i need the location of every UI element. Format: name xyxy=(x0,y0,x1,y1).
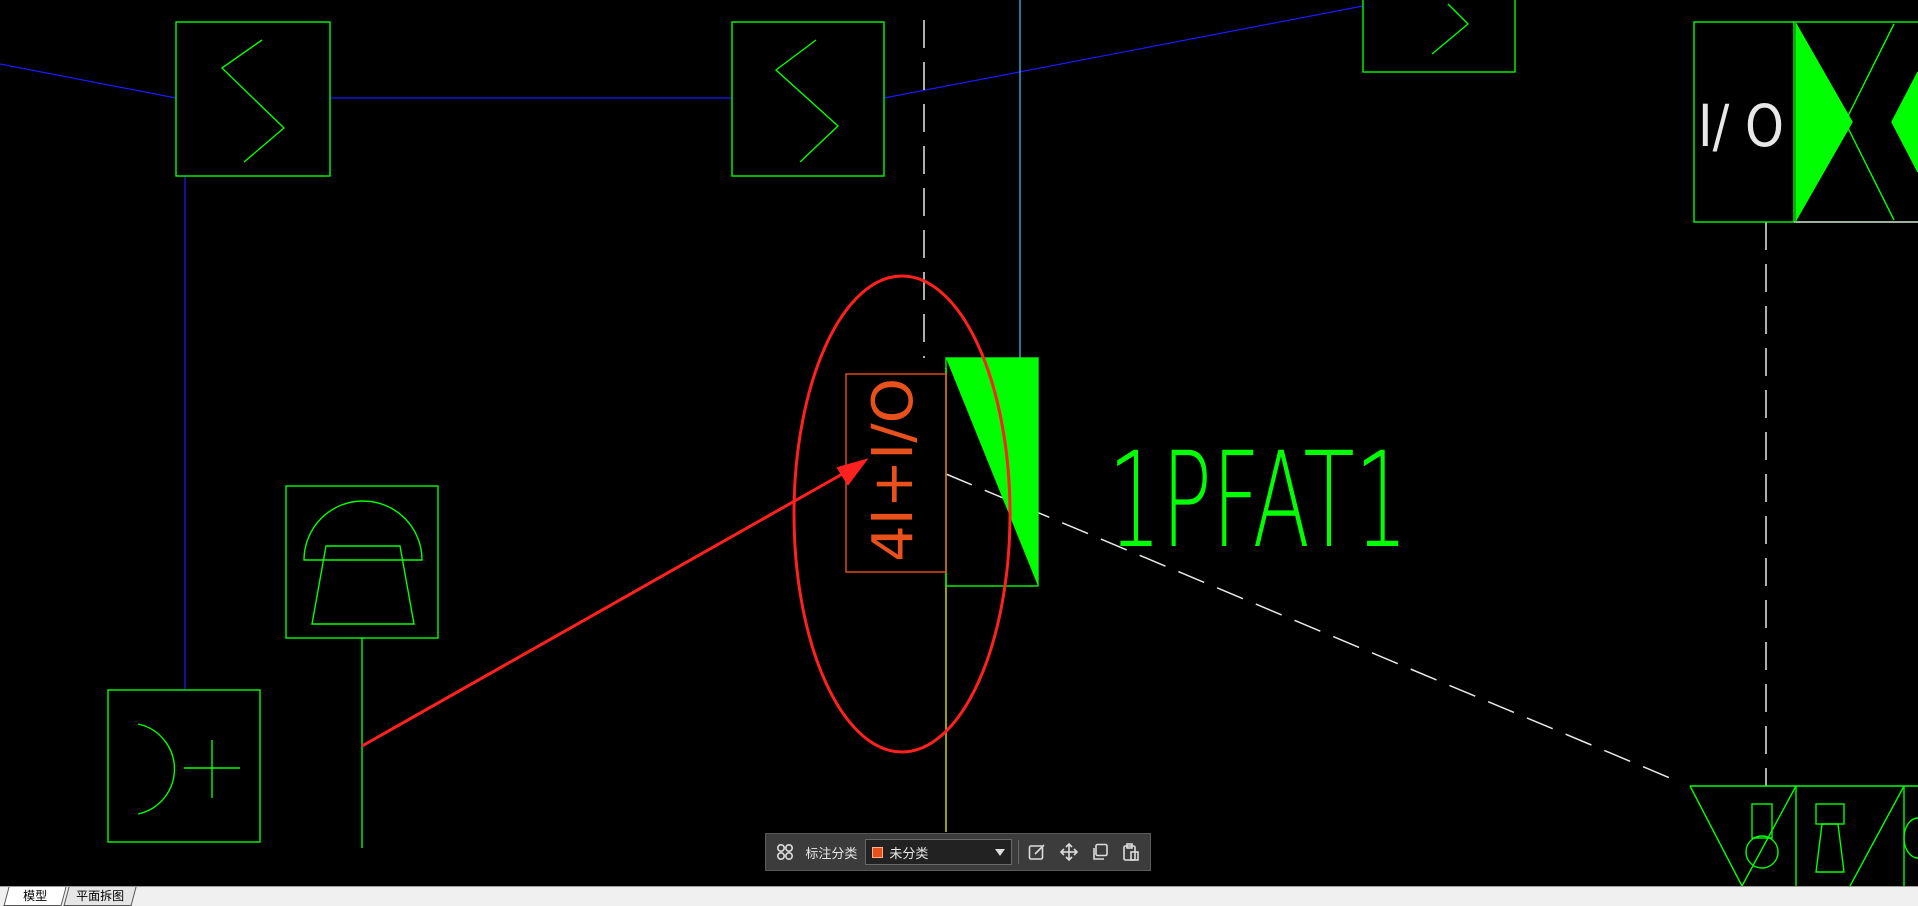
sensor-symbol-middle[interactable] xyxy=(731,21,885,177)
category-label: 标注分类 xyxy=(805,846,858,862)
edit-icon[interactable] xyxy=(1025,839,1050,865)
call-point-symbol[interactable] xyxy=(107,689,261,843)
detector-symbols-bottom-right[interactable] xyxy=(1689,785,1918,887)
paste-icon[interactable] xyxy=(1119,839,1144,865)
rotated-block-label: 4I+I/O xyxy=(861,378,926,562)
tab-plan-split-label: 平面拆图 xyxy=(76,889,125,903)
bus-lines xyxy=(0,5,1364,690)
move-icon[interactable] xyxy=(1056,839,1081,865)
layout-tab-bar: 模型 平面拆图 xyxy=(0,886,1918,906)
sensor-symbol-left[interactable] xyxy=(175,21,331,177)
category-select[interactable]: 未分类 xyxy=(865,839,1012,865)
selected-io-block[interactable]: 4I+I/O xyxy=(845,357,1039,832)
annotation-category-toolbar: 标注分类 未分类 xyxy=(765,833,1151,871)
io-module-label: I/ O xyxy=(1698,92,1784,160)
block-label-1pfat1[interactable]: 1PFAT1 xyxy=(1108,424,1408,578)
cad-drawing-canvas[interactable]: I/ O 4I+I/O 1PFAT1 xyxy=(0,0,1918,906)
tab-plan-split[interactable]: 平面拆图 xyxy=(63,887,137,906)
chevron-down-icon xyxy=(994,848,1005,856)
sensor-symbol-top-right[interactable] xyxy=(1362,0,1516,73)
toolbar-divider xyxy=(1017,840,1019,864)
grid-icon[interactable] xyxy=(772,839,797,865)
tab-model[interactable]: 模型 xyxy=(3,887,67,906)
category-color-swatch xyxy=(872,846,884,858)
copy-icon[interactable] xyxy=(1087,839,1112,865)
telephone-symbol[interactable] xyxy=(285,485,439,848)
category-value: 未分类 xyxy=(889,846,929,862)
dashed-lines xyxy=(923,20,1767,786)
tab-model-label: 模型 xyxy=(23,889,48,903)
